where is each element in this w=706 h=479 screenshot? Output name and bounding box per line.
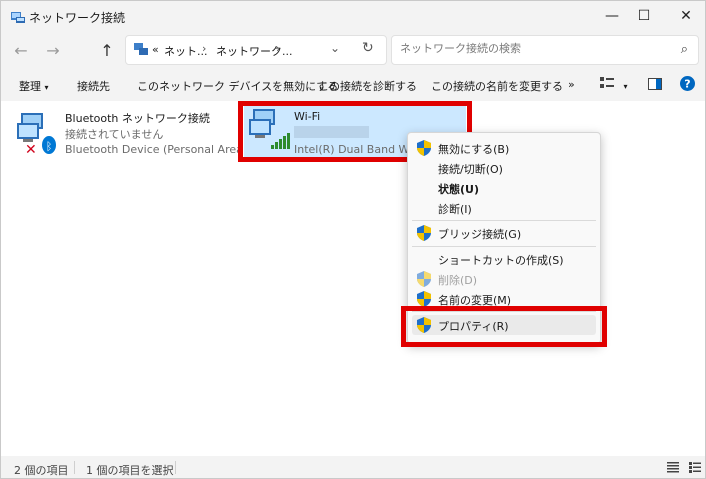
network-adapter-icon: ✕ ᛒ (17, 113, 56, 155)
details-view-button[interactable] (667, 462, 679, 476)
more-commands-button[interactable]: » (568, 78, 575, 91)
connect-to-button[interactable]: 接続先 (77, 78, 110, 94)
menu-item-label: 状態(U) (438, 183, 479, 196)
menu-item-diagnose[interactable]: 診断(I) (408, 198, 600, 218)
breadcrumb-2[interactable]: ネットワーク... (216, 43, 293, 59)
breadcrumb-1[interactable]: ネット... (164, 43, 208, 59)
view-options-button[interactable]: ▾ (600, 77, 628, 92)
dropdown-arrow-icon: ▾ (623, 82, 628, 91)
svg-text:ᛒ: ᛒ (46, 140, 53, 153)
network-location-icon (134, 43, 148, 55)
organize-menu[interactable]: 整理 ▾ (19, 78, 49, 94)
menu-item-label: ブリッジ接続(G) (438, 228, 522, 241)
window-title: ネットワーク接続 (29, 11, 126, 25)
uac-shield-icon (417, 291, 431, 307)
menu-item-delete: 削除(D) (408, 269, 600, 289)
maximize-button[interactable]: ☐ (621, 1, 667, 31)
rename-button[interactable]: この接続の名前を変更する (431, 78, 563, 94)
network-folder-icon (11, 12, 25, 23)
menu-item-disable[interactable]: 無効にする(B) (408, 138, 600, 158)
menu-item-label: 削除(D) (438, 274, 478, 287)
close-button[interactable]: ✕ (663, 1, 705, 31)
tiles-view-button[interactable] (689, 462, 701, 476)
menu-item-label: ショートカットの作成(S) (438, 254, 564, 267)
details-view-icon (667, 462, 679, 473)
up-button[interactable]: ↑ (95, 39, 119, 61)
menu-item-bridge[interactable]: ブリッジ接続(G) (408, 223, 600, 243)
title-bar: ネットワーク接続 — ☐ ✕ (1, 1, 705, 31)
arrow-left-icon: ← (14, 40, 28, 60)
item-count: 2 個の項目 (14, 464, 69, 477)
menu-item-label: 無効にする(B) (438, 143, 510, 156)
preview-pane-button[interactable] (648, 78, 662, 93)
list-item-bluetooth[interactable]: ✕ ᛒ Bluetooth ネットワーク接続 接続されていません Bluetoo… (1, 101, 257, 161)
arrow-right-icon: → (46, 40, 60, 60)
uac-shield-icon (417, 271, 431, 287)
address-history-dropdown[interactable]: ⌄ (330, 41, 340, 55)
menu-separator (412, 246, 596, 247)
breadcrumb-chevron-icon[interactable]: › (202, 42, 206, 55)
menu-item-label: 接続/切断(O) (438, 163, 503, 176)
svg-text:?: ? (684, 78, 690, 91)
preview-pane-icon (648, 78, 662, 90)
menu-item-connect-disconnect[interactable]: 接続/切断(O) (408, 158, 600, 178)
navigation-bar: ← → ↑ « ネット... › ネットワーク... › ⌄ ↻ ⌕ (1, 31, 705, 69)
breadcrumb-chevron-icon[interactable]: › (276, 42, 280, 55)
search-input[interactable] (398, 41, 662, 56)
arrow-up-icon: ↑ (100, 40, 114, 60)
help-icon: ? (680, 76, 695, 91)
menu-item-status[interactable]: 状態(U) (408, 178, 600, 198)
tiles-view-icon (689, 462, 701, 473)
connection-status: 接続されていません (65, 128, 164, 141)
search-icon[interactable]: ⌕ (681, 42, 688, 57)
uac-shield-icon (417, 225, 431, 241)
address-overflow[interactable]: « (152, 43, 159, 56)
status-divider (175, 461, 176, 474)
refresh-icon[interactable]: ↻ (362, 40, 374, 56)
status-divider (74, 461, 75, 474)
view-grid-icon (600, 77, 614, 88)
disconnected-x-icon: ✕ (25, 142, 37, 155)
dropdown-arrow-icon: ▾ (44, 83, 49, 92)
search-box[interactable]: ⌕ (391, 35, 699, 65)
disable-device-button[interactable]: このネットワーク デバイスを無効にする (137, 78, 338, 94)
back-button[interactable]: ← (9, 39, 33, 61)
address-bar[interactable]: « ネット... › ネットワーク... › ⌄ ↻ (125, 35, 387, 65)
uac-shield-icon (417, 140, 431, 156)
diagnose-button[interactable]: この接続を診断する (318, 78, 417, 94)
menu-separator (412, 220, 596, 221)
selected-count: 1 個の項目を選択 (86, 464, 174, 477)
menu-item-create-shortcut[interactable]: ショートカットの作成(S) (408, 249, 600, 269)
connection-device: Bluetooth Device (Personal Area ... (65, 143, 257, 156)
status-bar: 2 個の項目 1 個の項目を選択 (1, 457, 705, 478)
menu-item-label: 診断(I) (438, 203, 472, 216)
connection-name: Bluetooth ネットワーク接続 (65, 112, 210, 125)
help-button[interactable]: ? (680, 76, 695, 94)
properties-highlight-box (401, 306, 607, 347)
forward-button[interactable]: → (41, 39, 65, 61)
network-connections-window: ネットワーク接続 — ☐ ✕ ← → ↑ « ネット... › ネットワーク..… (0, 0, 706, 479)
command-bar: 整理 ▾ 接続先 このネットワーク デバイスを無効にする この接続を診断する こ… (1, 69, 705, 102)
